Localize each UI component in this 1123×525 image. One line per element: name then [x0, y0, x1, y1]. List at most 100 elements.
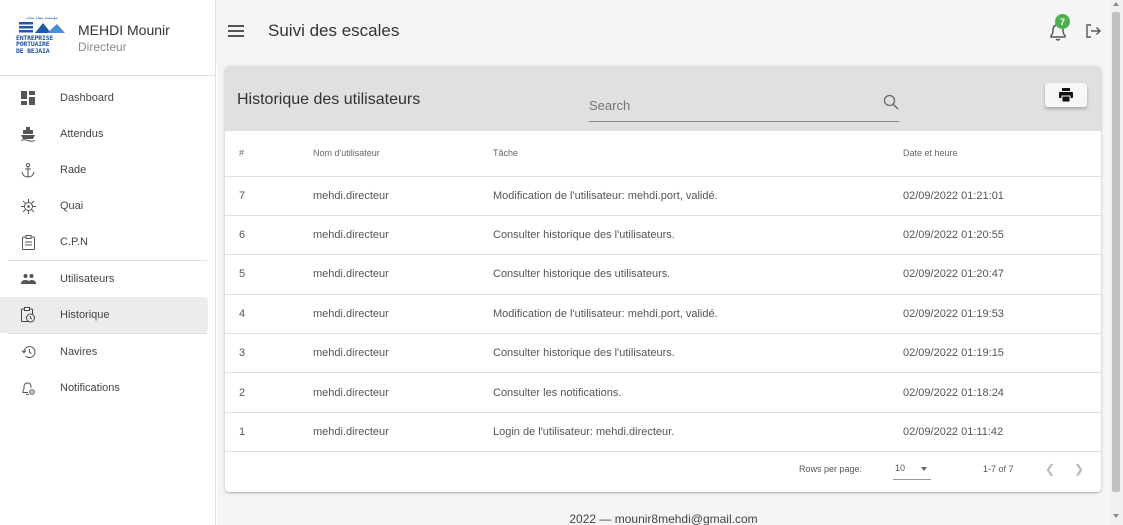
column-header-username[interactable]: Nom d'utilisateur — [313, 131, 493, 177]
menu-icon[interactable] — [228, 25, 244, 37]
history-card: Historique des utilisateurs Search # Nom… — [225, 66, 1101, 492]
cell-datetime: 02/09/2022 01:20:47 — [903, 254, 1101, 295]
footer-copyright: 2022 — mounir8mehdi@gmail.com — [569, 512, 758, 525]
scrollbar-thumb[interactable] — [1112, 12, 1120, 492]
sidebar: مؤسسة ميناء بجاية ENTREPRISE PORTUAIRE D… — [0, 0, 216, 525]
card-header: Historique des utilisateurs Search — [225, 66, 1101, 131]
printer-icon — [1059, 88, 1073, 102]
sidebar-item-attendus[interactable]: Attendus — [0, 116, 208, 152]
rows-per-page-value: 10 — [895, 463, 906, 473]
sidebar-item-label: Attendus — [60, 128, 104, 140]
cell-index: 2 — [225, 372, 313, 413]
print-button[interactable] — [1045, 83, 1087, 107]
sidebar-item-label: Dashboard — [60, 92, 114, 104]
user-role: Directeur — [78, 39, 127, 54]
cell-username: mehdi.directeur — [313, 176, 493, 216]
sidebar-item-utilisateurs[interactable]: Utilisateurs — [0, 261, 208, 297]
cell-task: Consulter les notifications. — [493, 372, 903, 413]
cell-index: 3 — [225, 333, 313, 374]
cell-username: mehdi.directeur — [313, 372, 493, 413]
cell-index: 4 — [225, 294, 313, 335]
cell-datetime: 02/09/2022 01:19:53 — [903, 294, 1101, 335]
logo-graphic — [19, 21, 65, 33]
dropdown-arrow-icon — [921, 467, 927, 471]
table-row: 2 mehdi.directeur Consulter les notifica… — [225, 372, 1101, 413]
sidebar-item-label: C.P.N — [60, 236, 88, 248]
cell-datetime: 02/09/2022 01:20:55 — [903, 215, 1101, 256]
page-title: Suivi des escales — [268, 21, 400, 40]
table-row: 5 mehdi.directeur Consulter historique d… — [225, 254, 1101, 295]
profile-header: مؤسسة ميناء بجاية ENTREPRISE PORTUAIRE D… — [0, 0, 215, 76]
history-clipboard-icon — [20, 307, 36, 323]
dock-icon — [20, 198, 36, 214]
table-row: 4 mehdi.directeur Modification de l'util… — [225, 294, 1101, 335]
sidebar-item-label: Notifications — [60, 382, 120, 394]
table-row: 7 mehdi.directeur Modification de l'util… — [225, 176, 1101, 216]
cell-task: Consulter historique des utilisateurs. — [493, 254, 903, 295]
cell-task: Modification de l'utilisateur: mehdi.por… — [493, 294, 903, 335]
users-icon — [20, 271, 36, 287]
company-logo: مؤسسة ميناء بجاية ENTREPRISE PORTUAIRE D… — [16, 15, 68, 61]
cell-task: Modification de l'utilisateur: mehdi.por… — [493, 176, 903, 216]
sidebar-item-quai[interactable]: Quai — [0, 188, 208, 224]
sidebar-item-notifications[interactable]: Notifications — [0, 370, 208, 406]
restore-icon — [20, 344, 36, 360]
cell-username: mehdi.directeur — [313, 254, 493, 295]
table-row: 6 mehdi.directeur Consulter historique d… — [225, 215, 1101, 256]
pagination-range: 1-7 of 7 — [983, 464, 1014, 474]
rows-per-page-select[interactable]: 10 — [893, 460, 931, 480]
sidebar-item-rade[interactable]: Rade — [0, 152, 208, 188]
bell-settings-icon — [20, 380, 36, 396]
sidebar-item-label: Navires — [60, 346, 98, 358]
table-header-row: # Nom d'utilisateur Tâche Date et heure — [225, 131, 1101, 177]
dashboard-icon — [20, 90, 36, 106]
page-scrollbar[interactable] — [1110, 0, 1123, 525]
logout-icon — [1086, 24, 1101, 38]
user-name: MEHDI Mounir — [78, 21, 170, 38]
cell-index: 7 — [225, 176, 313, 216]
cell-username: mehdi.directeur — [313, 215, 493, 256]
search-icon — [883, 94, 899, 110]
sidebar-item-label: Utilisateurs — [60, 273, 115, 285]
search-input[interactable]: Search — [589, 98, 630, 113]
app-bar: Suivi des escales 7 — [217, 0, 1110, 62]
column-header-index[interactable]: # — [225, 131, 313, 177]
ship-icon — [20, 126, 36, 142]
scroll-down-arrow-icon[interactable] — [1113, 514, 1119, 518]
sidebar-item-cpn[interactable]: C.P.N — [0, 224, 208, 260]
cell-index: 5 — [225, 254, 313, 295]
logout-button[interactable] — [1084, 22, 1102, 40]
chevron-right-icon[interactable]: ❯ — [1074, 462, 1084, 476]
chevron-left-icon[interactable]: ❮ — [1045, 462, 1055, 476]
table-row: 3 mehdi.directeur Consulter historique d… — [225, 333, 1101, 374]
app-bar-actions: 7 — [1048, 0, 1110, 62]
sidebar-item-dashboard[interactable]: Dashboard — [0, 80, 208, 116]
main-content: Historique des utilisateurs Search # Nom… — [217, 62, 1110, 525]
column-header-datetime[interactable]: Date et heure — [903, 131, 1101, 177]
cell-datetime: 02/09/2022 01:19:15 — [903, 333, 1101, 374]
card-title: Historique des utilisateurs — [237, 91, 421, 108]
clipboard-icon — [20, 234, 36, 250]
table-footer: Rows per page: 10 1-7 of 7 ❮ ❯ — [225, 445, 1101, 492]
sidebar-item-label: Quai — [60, 200, 84, 212]
column-header-task[interactable]: Tâche — [493, 131, 903, 177]
search-field[interactable]: Search — [589, 86, 899, 122]
sidebar-item-historique[interactable]: Historique — [0, 297, 208, 333]
cell-task: Consulter historique des l'utilisateurs. — [493, 215, 903, 256]
profile-info: MEHDI Mounir Directeur — [78, 22, 170, 54]
logo-arabic-text: مؤسسة ميناء بجاية — [26, 14, 58, 20]
notification-badge: 7 — [1055, 14, 1070, 29]
notifications-button[interactable]: 7 — [1048, 14, 1070, 42]
cell-datetime: 02/09/2022 01:21:01 — [903, 176, 1101, 216]
sidebar-item-navires[interactable]: Navires — [0, 334, 208, 370]
anchor-icon — [20, 162, 36, 178]
cell-datetime: 02/09/2022 01:18:24 — [903, 372, 1101, 413]
cell-username: mehdi.directeur — [313, 294, 493, 335]
rows-per-page-label: Rows per page: — [799, 464, 863, 474]
sidebar-item-label: Historique — [60, 309, 110, 321]
sidebar-item-label: Rade — [60, 164, 87, 176]
scroll-up-arrow-icon[interactable] — [1113, 2, 1119, 6]
cell-username: mehdi.directeur — [313, 333, 493, 374]
cell-task: Consulter historique des l'utilisateurs. — [493, 333, 903, 374]
history-table: # Nom d'utilisateur Tâche Date et heure … — [225, 131, 1101, 453]
